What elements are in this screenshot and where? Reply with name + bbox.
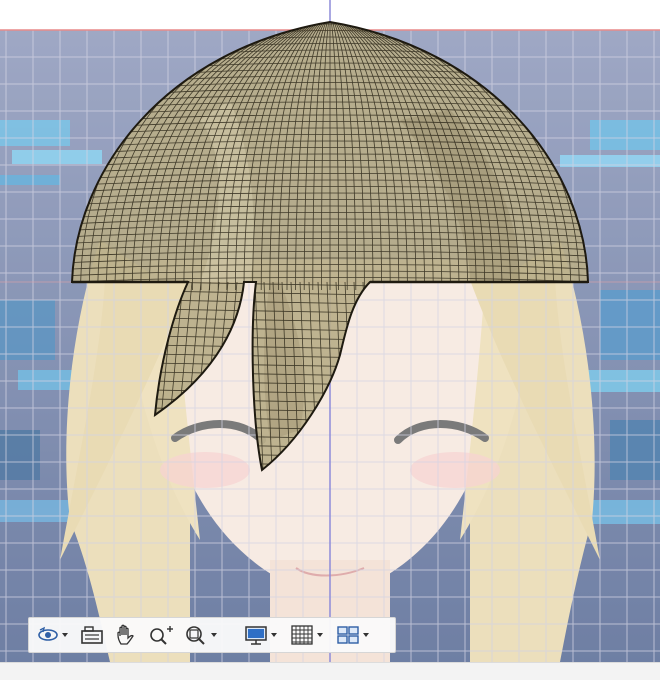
orbit-tool-button[interactable] bbox=[33, 620, 73, 650]
chevron-down-icon bbox=[317, 633, 323, 637]
zoom-in-icon bbox=[150, 626, 173, 645]
viewport-toolbar bbox=[28, 617, 396, 653]
model-scene[interactable] bbox=[0, 0, 660, 662]
pan-tool-button[interactable] bbox=[111, 620, 141, 650]
grid-settings-button[interactable] bbox=[287, 620, 329, 650]
chevron-down-icon bbox=[363, 633, 369, 637]
chevron-down-icon bbox=[271, 633, 277, 637]
grid-icon bbox=[291, 625, 323, 645]
display-settings-button[interactable] bbox=[241, 620, 283, 650]
camera-icon bbox=[81, 626, 103, 644]
status-strip bbox=[0, 662, 660, 680]
hand-icon bbox=[117, 624, 134, 645]
monitor-icon bbox=[245, 626, 277, 645]
chevron-down-icon bbox=[62, 633, 68, 637]
zoom-tool-button[interactable] bbox=[145, 620, 177, 650]
zoom-fit-button[interactable] bbox=[181, 620, 223, 650]
viewports-icon bbox=[337, 626, 369, 644]
zoom-fit-icon bbox=[186, 626, 217, 645]
viewports-button[interactable] bbox=[333, 620, 375, 650]
chevron-down-icon bbox=[211, 633, 217, 637]
canvas-viewport[interactable] bbox=[0, 0, 660, 662]
camera-button[interactable] bbox=[77, 620, 107, 650]
orbit-icon bbox=[38, 626, 68, 641]
